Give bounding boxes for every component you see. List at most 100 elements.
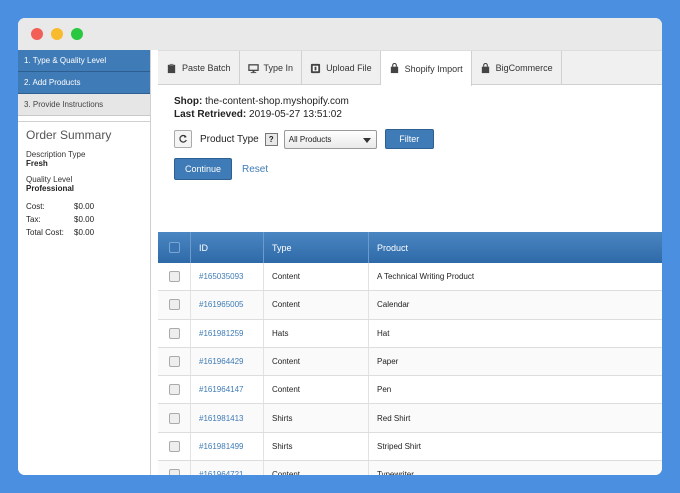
refresh-button[interactable] [174,130,192,148]
table-header: ID Type Product [158,232,662,263]
tax-row: Tax: $0.00 [26,213,142,226]
maximize-window-button[interactable] [71,28,83,40]
tab-label: Paste Batch [182,63,231,73]
table-row: #161981413 Shirts Red Shirt [158,404,662,433]
row-checkbox[interactable] [168,440,180,452]
step-type-quality[interactable]: 1. Type & Quality Level [18,50,150,72]
product-id-link[interactable]: #161964429 [199,357,244,366]
quality-level-value: Professional [26,184,75,193]
tab-bigcommerce[interactable]: BigCommerce [472,51,562,85]
products-table: ID Type Product #165035093 Content A Tec… [158,232,662,475]
tab-label: Type In [263,63,294,73]
row-checkbox[interactable] [168,299,180,311]
product-id-link[interactable]: #161964147 [199,385,244,394]
last-retrieved-info: Last Retrieved: 2019-05-27 13:51:02 [174,108,646,121]
minimize-window-button[interactable] [51,28,63,40]
step-add-products[interactable]: 2. Add Products [18,72,150,94]
tab-label: Shopify Import [404,63,463,74]
row-checkbox-cell [158,263,191,291]
row-type-cell: Hats [264,319,369,347]
product-id-link[interactable]: #165035093 [199,272,244,281]
filter-row: Product Type ? All Products Filter [174,129,646,149]
product-type-label: Product Type [200,133,259,145]
row-checkbox-cell [158,291,191,319]
row-product-cell: A Technical Writing Product [369,263,662,290]
total-cost-label: Total Cost: [26,228,64,237]
continue-button[interactable]: Continue [174,158,232,180]
row-id-cell: #161981499 [191,432,264,461]
help-button[interactable]: ? [264,132,278,146]
row-id-cell: #161964721 [191,461,264,475]
product-type: Content [272,470,301,475]
cost-label: Cost: [26,202,45,211]
product-type: Content [272,300,301,310]
row-product-cell: Pen [369,376,662,403]
row-id-cell: #161964147 [191,376,264,404]
row-checkbox[interactable] [168,469,180,475]
table-row: #161981499 Shirts Striped Shirt [158,432,662,462]
table-row: #161964147 Content Pen [158,376,662,405]
row-id-cell: #165035093 [191,263,264,291]
description-type-value: Fresh [26,159,48,168]
header-product[interactable]: Product [369,232,662,263]
product-type-select-value: All Products [288,134,332,144]
product-id-link[interactable]: #161965005 [199,300,244,309]
cost-value: $0.00 [74,202,95,211]
row-type-cell: Shirts [264,432,369,461]
row-checkbox-cell [158,432,191,461]
row-product-cell: Red Shirt [369,404,662,431]
table-row: #161965005 Content Calendar [158,291,662,320]
product-type: Hats [272,328,289,338]
step-provide-instructions[interactable]: 3. Provide Instructions [18,94,150,116]
row-checkbox[interactable] [168,412,180,424]
row-id-cell: #161964429 [191,347,264,376]
main-content: Paste Batch Type In Upload File Shopify … [158,50,662,475]
filter-button[interactable]: Filter [384,129,434,149]
shop-label: Shop: [174,96,203,107]
table-row: #161981259 Hats Hat [158,319,662,348]
product-type: Content [272,357,301,367]
tab-shopify-import[interactable]: Shopify Import [380,51,472,86]
select-all-cell [158,232,191,263]
tab-upload-file[interactable]: Upload File [302,51,381,85]
close-window-button[interactable] [31,28,43,40]
header-type[interactable]: Type [264,232,369,263]
row-checkbox[interactable] [168,356,180,368]
product-name: Paper [377,357,399,367]
row-type-cell: Content [264,376,369,404]
product-id-link[interactable]: #161981499 [199,442,244,451]
row-checkbox-cell [158,404,191,432]
row-product-cell: Paper [369,348,662,375]
row-checkbox-cell [158,376,191,404]
tax-value: $0.00 [74,215,95,224]
reset-link[interactable]: Reset [242,164,268,175]
shopping-bag-icon [481,62,489,73]
product-name: Hat [377,328,390,338]
product-name: Pen [377,385,392,395]
tab-paste-batch[interactable]: Paste Batch [158,51,240,85]
row-checkbox[interactable] [168,327,180,339]
shopping-bag-icon [390,63,398,74]
title-bar [18,18,662,50]
product-id-link[interactable]: #161981413 [199,414,244,423]
import-tabs: Paste Batch Type In Upload File Shopify … [158,50,662,86]
table-row: #161964429 Content Paper [158,347,662,377]
product-type-select[interactable]: All Products [283,129,377,149]
monitor-icon [247,63,259,73]
row-type-cell: Content [264,347,369,376]
shopify-import-panel: Shop: the-content-shop.myshopify.com Las… [158,85,662,190]
row-product-cell: Typewriter [369,461,662,475]
header-id[interactable]: ID [191,232,264,263]
row-checkbox[interactable] [168,384,180,396]
last-retrieved-value: 2019-05-27 13:51:02 [249,109,342,120]
row-checkbox[interactable] [168,271,180,283]
row-id-cell: #161981259 [191,319,264,347]
product-id-link[interactable]: #161981259 [199,329,244,338]
select-all-checkbox[interactable] [168,242,180,253]
quality-level-label: Quality Level [26,175,73,184]
row-checkbox-cell [158,319,191,347]
product-name: Red Shirt [377,413,411,423]
product-name: Striped Shirt [377,441,422,451]
product-id-link[interactable]: #161964721 [199,470,244,475]
tab-type-in[interactable]: Type In [240,51,303,85]
